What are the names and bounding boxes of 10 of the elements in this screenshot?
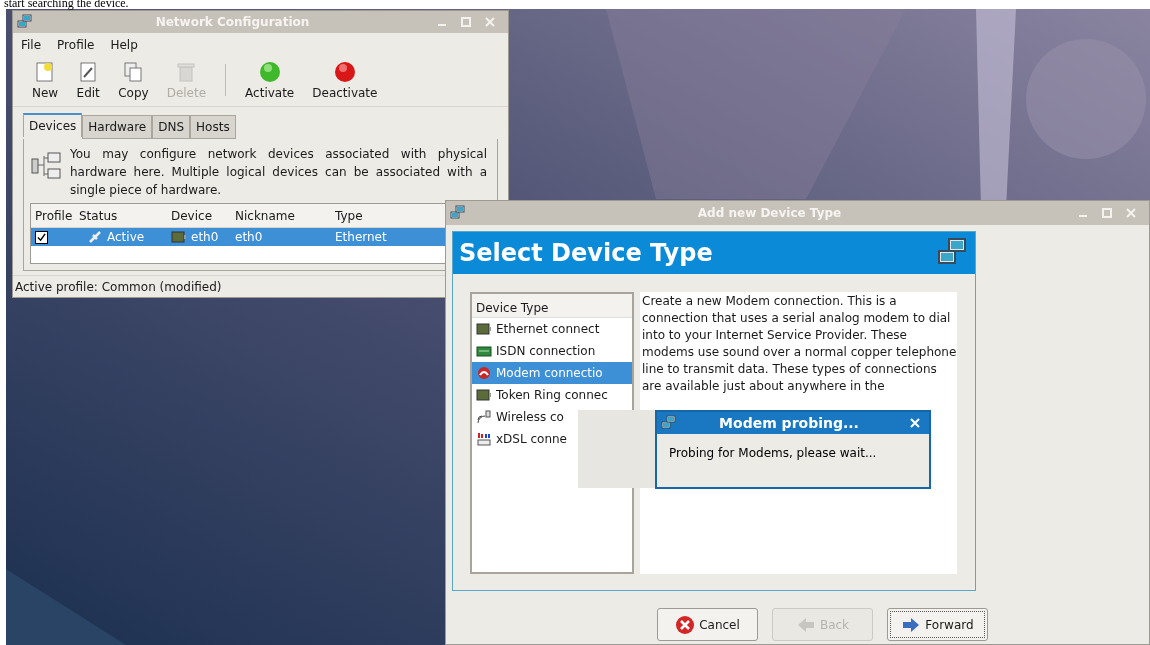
table-cell-text: eth0 (234, 229, 264, 246)
dialog-message: Probing for Modems, please wait... (669, 446, 877, 460)
status-text: Active profile: Common (modified) (15, 278, 222, 296)
column-header: Device Type (476, 300, 549, 317)
table-cell-text: eth0 (191, 229, 219, 246)
dialog-title: Modem probing... (718, 413, 860, 433)
info-text: You may configure network devices associated with physical hardware here. Multiple logical devices can be associated with a single piece of hardware. (70, 146, 488, 199)
description-text: Create a new Modem connection. This is a connection that uses a serial analog modem to dial into to your Internet Service Provider. These modems use sound over a normal copper telephone line to transmit data. These types of connections are available just about anywhere in the (642, 293, 957, 395)
table-cell-text: Ethernet (334, 229, 388, 246)
table-cell-text: Active (107, 229, 145, 246)
